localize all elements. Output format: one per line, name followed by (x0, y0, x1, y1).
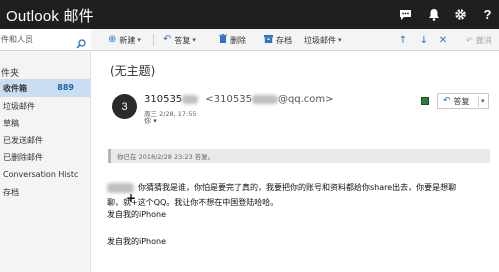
search-input[interactable]: 件和人员 (1, 34, 33, 45)
body-text: 你猜猜我是谁，你怕是要完了真的，我要把你的账号和资料都给你share出去，你要是… (138, 183, 457, 192)
folder-label: 收件箱 (3, 83, 27, 93)
folder-sent[interactable]: 已发送邮件 (0, 131, 90, 149)
undo-label: 撤消 (475, 35, 492, 45)
folder-label: 已删除邮件 (3, 152, 43, 162)
folder-pane: 件夹 收件箱 889 垃圾邮件 草稿 已发送邮件 已删除邮件 Conversat… (0, 51, 91, 272)
folder-conversation-history[interactable]: Conversation Histc (0, 165, 90, 183)
recipient-line[interactable]: 你 ▾ (144, 116, 157, 126)
archive-label: 存档 (276, 35, 292, 45)
message-signature: 发自我的iPhone (107, 210, 167, 219)
reply-notice: 你已在 2018/2/28 23:23 答复。 (108, 149, 490, 163)
chevron-down-icon[interactable]: ▾ (481, 97, 485, 105)
folders-heading[interactable]: 件夹 (1, 66, 19, 79)
chevron-down-icon[interactable]: ▾ (338, 36, 342, 44)
archive-icon (264, 34, 273, 46)
reply-message-label: 答复 (453, 96, 470, 106)
reply-message-button[interactable]: ↶ 答复 ▾ (437, 93, 489, 109)
help-icon[interactable]: ? (474, 0, 499, 29)
previous-message-arrow-icon[interactable]: ↑ (397, 29, 409, 51)
undo-button[interactable]: ↶ 撤消 (466, 29, 492, 51)
bell-icon[interactable] (420, 0, 447, 29)
folder-junk[interactable]: 垃圾邮件 (0, 97, 90, 115)
redacted-text (182, 94, 199, 104)
folder-archive[interactable]: 存档 (0, 183, 90, 201)
new-button[interactable]: ⊕ 新建 ▾ (108, 29, 141, 51)
new-label: 新建 (119, 35, 136, 45)
folder-label: Conversation Histc (3, 169, 79, 179)
avatar: 3 (112, 94, 137, 119)
folder-label: 垃圾邮件 (3, 101, 35, 111)
app-title[interactable]: Outlook 邮件 (6, 5, 94, 26)
sender-line[interactable]: 310535 <310535 @qq.com> (144, 94, 334, 105)
message-subject: (无主题) (110, 64, 156, 78)
plus-icon: ⊕ (108, 34, 117, 45)
search-box[interactable]: 件和人员 (0, 29, 91, 51)
folder-label: 草稿 (3, 118, 19, 128)
reply-icon: ↶ (443, 96, 451, 106)
sender-email-start: <310535 (205, 94, 252, 105)
unread-count: 889 (57, 83, 74, 92)
folder-deleted[interactable]: 已删除邮件 (0, 148, 90, 166)
trash-icon (219, 34, 227, 46)
archive-button[interactable]: 存档 (264, 29, 292, 51)
message-toolbar: ⊕ 新建 ▾ ↶ 答复 ▾ 删除 存档 垃圾邮件 ▾ ↑ ↓ ✕ ↶ 撤消 (91, 29, 499, 51)
gear-icon[interactable] (447, 0, 474, 29)
reply-notice-text: 你已在 2018/2/28 23:23 答复。 (117, 153, 215, 161)
category-flag-icon[interactable] (421, 97, 429, 105)
delete-label: 删除 (230, 35, 246, 45)
sender-email-end: @qq.com> (277, 94, 334, 105)
undo-icon: ↶ (466, 35, 473, 45)
folder-label: 已发送邮件 (3, 135, 43, 145)
chat-icon[interactable] (392, 0, 419, 29)
next-message-arrow-icon[interactable]: ↓ (418, 29, 430, 51)
chevron-down-icon[interactable]: ▾ (137, 36, 141, 44)
top-bar: Outlook 邮件 ? (0, 0, 499, 29)
avatar-initial: 3 (121, 100, 128, 113)
delete-button[interactable]: 删除 (219, 29, 246, 51)
junk-button[interactable]: 垃圾邮件 ▾ (304, 29, 342, 51)
chevron-down-icon[interactable]: ▾ (192, 36, 196, 44)
folder-inbox[interactable]: 收件箱 889 (0, 79, 90, 97)
reply-button[interactable]: ↶ 答复 ▾ (163, 29, 196, 51)
junk-label: 垃圾邮件 (304, 35, 336, 45)
button-divider (478, 96, 479, 107)
message-signature: 发自我的iPhone (107, 237, 167, 246)
folder-label: 存档 (3, 187, 19, 197)
reply-label: 答复 (174, 35, 191, 45)
sender-name: 310535 (144, 94, 183, 105)
folder-drafts[interactable]: 草稿 (0, 114, 90, 132)
reply-icon: ↶ (163, 34, 172, 45)
crosshair-cursor-icon: + (126, 191, 137, 205)
close-icon[interactable]: ✕ (437, 29, 449, 51)
toolbar-divider (153, 34, 154, 46)
redacted-text (251, 94, 278, 104)
message-body-line: 你猜猜我是谁，你怕是要完了真的，我要把你的账号和资料都给你share出去，你要是… (107, 182, 456, 193)
